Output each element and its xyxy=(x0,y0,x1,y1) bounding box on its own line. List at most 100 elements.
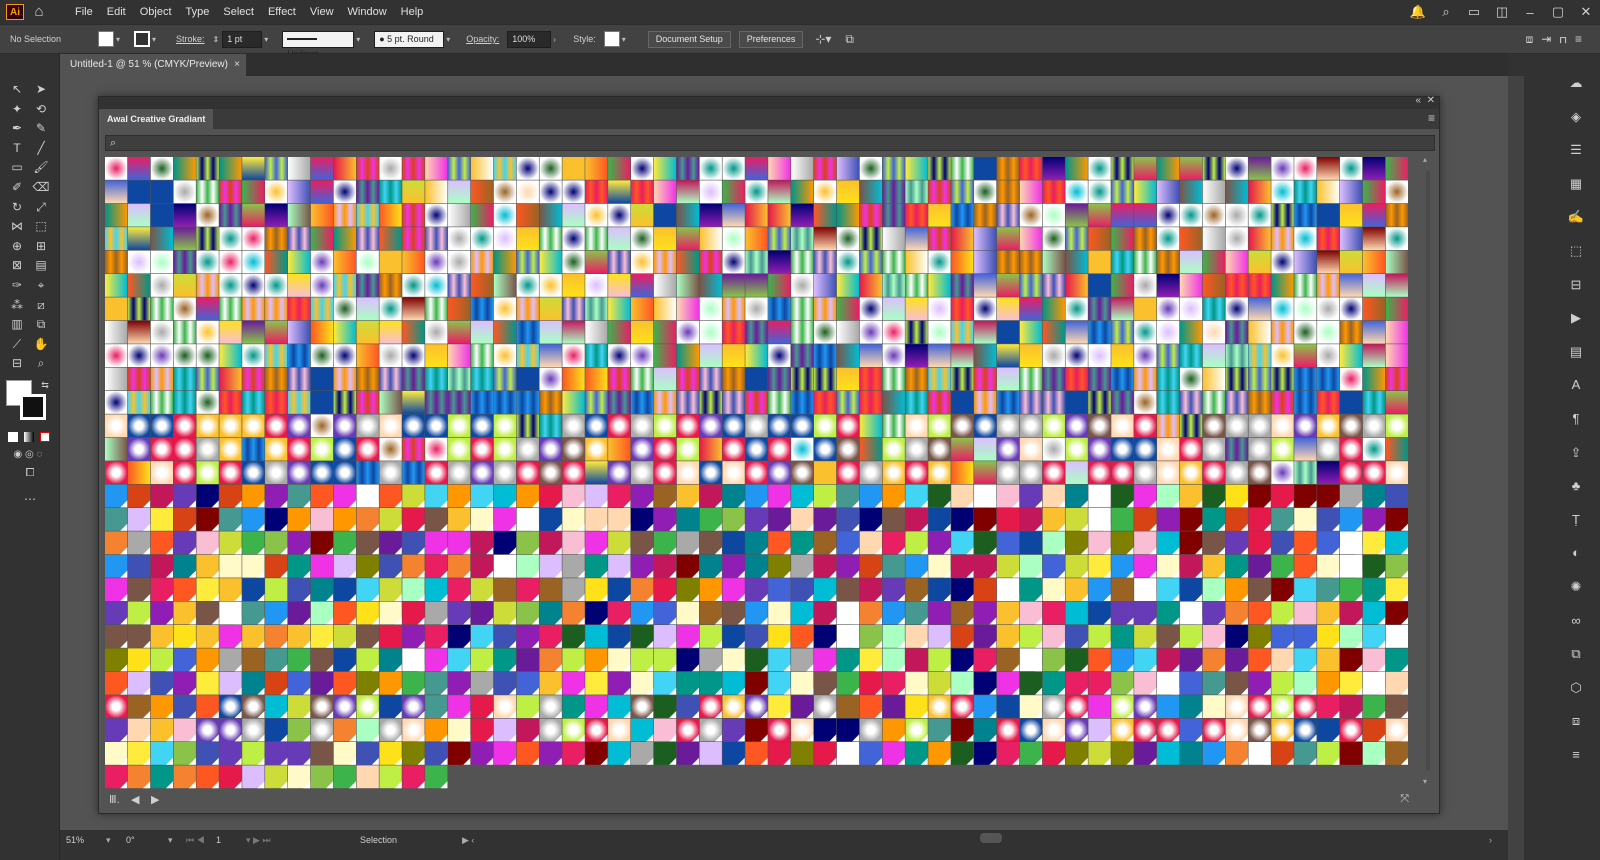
swatch[interactable] xyxy=(1179,414,1203,438)
swatch[interactable] xyxy=(996,250,1020,274)
swatch[interactable] xyxy=(356,367,379,391)
swatch[interactable] xyxy=(791,180,814,204)
swatch[interactable] xyxy=(1317,648,1340,672)
swatch[interactable] xyxy=(1042,437,1065,461)
libraries-icon[interactable]: ▦ xyxy=(1552,167,1600,201)
swatch[interactable] xyxy=(379,274,402,297)
swatch[interactable] xyxy=(791,367,814,391)
swatch[interactable] xyxy=(470,461,494,484)
swatch[interactable] xyxy=(219,391,242,414)
swatch[interactable] xyxy=(1362,437,1386,461)
swatch[interactable] xyxy=(1042,414,1065,438)
swatch[interactable] xyxy=(219,274,242,297)
swatch[interactable] xyxy=(173,344,196,367)
swatch[interactable] xyxy=(745,367,768,391)
swatch[interactable] xyxy=(310,391,334,414)
swatch[interactable] xyxy=(631,391,654,414)
swatch[interactable] xyxy=(951,320,974,344)
swatch[interactable] xyxy=(425,391,448,414)
swatch[interactable] xyxy=(699,367,722,391)
swatch[interactable] xyxy=(105,250,128,274)
swatch[interactable] xyxy=(1088,414,1111,438)
swatch[interactable] xyxy=(859,250,882,274)
swatch[interactable] xyxy=(402,250,425,274)
swatch[interactable] xyxy=(356,437,379,461)
swatch[interactable] xyxy=(448,180,471,204)
artboard-tool-icon[interactable]: ⧉ xyxy=(30,315,52,333)
swatch[interactable] xyxy=(1019,414,1043,438)
swatch[interactable] xyxy=(1111,297,1134,321)
swatch[interactable] xyxy=(310,250,334,274)
swatch[interactable] xyxy=(516,320,539,344)
swatch[interactable] xyxy=(699,437,722,461)
swatch[interactable] xyxy=(996,274,1020,297)
swatch[interactable] xyxy=(470,274,494,297)
swatch[interactable] xyxy=(882,554,905,578)
swatch[interactable] xyxy=(1225,461,1248,484)
swatch[interactable] xyxy=(699,203,722,227)
swatch[interactable] xyxy=(745,157,768,180)
swatch[interactable] xyxy=(676,250,700,274)
swatch[interactable] xyxy=(402,367,425,391)
swatch[interactable] xyxy=(813,203,837,227)
scroll-thumb[interactable] xyxy=(1426,171,1430,771)
first-artboard-icon[interactable]: ⏮ ◀ xyxy=(186,835,205,846)
swatch[interactable] xyxy=(379,203,402,227)
swatch[interactable] xyxy=(1065,157,1088,180)
swatch[interactable] xyxy=(287,227,311,250)
swatch[interactable] xyxy=(356,227,379,250)
swatch[interactable] xyxy=(791,250,814,274)
swatch[interactable] xyxy=(768,320,791,344)
swatch[interactable] xyxy=(425,437,448,461)
swatch[interactable] xyxy=(1362,414,1386,438)
swatch[interactable] xyxy=(539,578,562,601)
swatch[interactable] xyxy=(836,203,860,227)
swatch[interactable] xyxy=(1339,157,1363,180)
swatch[interactable] xyxy=(1042,391,1065,414)
swatch[interactable] xyxy=(287,250,311,274)
swatch[interactable] xyxy=(219,297,242,321)
swatch[interactable] xyxy=(996,367,1020,391)
swatch[interactable] xyxy=(699,250,722,274)
swatch[interactable] xyxy=(310,437,334,461)
swatch[interactable] xyxy=(333,157,356,180)
swatch[interactable] xyxy=(1179,320,1203,344)
document-tab[interactable]: Untitled-1 @ 51 % (CMYK/Preview) × xyxy=(60,54,246,76)
swatch[interactable] xyxy=(699,461,722,484)
swatch[interactable] xyxy=(516,203,539,227)
swatch[interactable] xyxy=(951,157,974,180)
swatch[interactable] xyxy=(1111,157,1134,180)
swatch[interactable] xyxy=(722,157,745,180)
stroke-label[interactable]: Stroke: xyxy=(176,34,205,44)
swatch[interactable] xyxy=(631,203,654,227)
align-icon[interactable]: ⊹▾ xyxy=(815,32,831,46)
swatch[interactable] xyxy=(219,320,242,344)
swatch[interactable] xyxy=(1179,671,1203,695)
swatch[interactable] xyxy=(1339,367,1363,391)
swatch[interactable] xyxy=(1225,297,1248,321)
swatch[interactable] xyxy=(996,203,1020,227)
swatch[interactable] xyxy=(653,227,677,250)
swatch[interactable] xyxy=(242,437,265,461)
swatch[interactable] xyxy=(699,414,722,438)
3d-icon[interactable]: ⬡ xyxy=(1552,671,1600,705)
zoom-dropdown-icon[interactable]: ▾ xyxy=(106,835,111,846)
swatch[interactable] xyxy=(1225,437,1248,461)
swatch[interactable] xyxy=(631,437,654,461)
knife-tool-icon[interactable]: ⟋ xyxy=(6,335,28,353)
swatch[interactable] xyxy=(425,227,448,250)
swatch[interactable] xyxy=(1157,437,1180,461)
swatch[interactable] xyxy=(1385,461,1408,484)
swatch[interactable] xyxy=(1294,157,1317,180)
swatch[interactable] xyxy=(768,297,791,321)
mesh-tool-icon[interactable]: ⊠ xyxy=(6,256,28,274)
swatch[interactable] xyxy=(928,227,951,250)
swatch[interactable] xyxy=(219,203,242,227)
rotation-field[interactable]: 0° xyxy=(126,835,135,845)
swatch[interactable] xyxy=(1362,274,1386,297)
swatch[interactable] xyxy=(882,344,905,367)
swatch[interactable] xyxy=(1019,344,1043,367)
swatch[interactable] xyxy=(1202,695,1226,718)
swatch[interactable] xyxy=(1248,367,1271,391)
swatch[interactable] xyxy=(265,578,288,601)
